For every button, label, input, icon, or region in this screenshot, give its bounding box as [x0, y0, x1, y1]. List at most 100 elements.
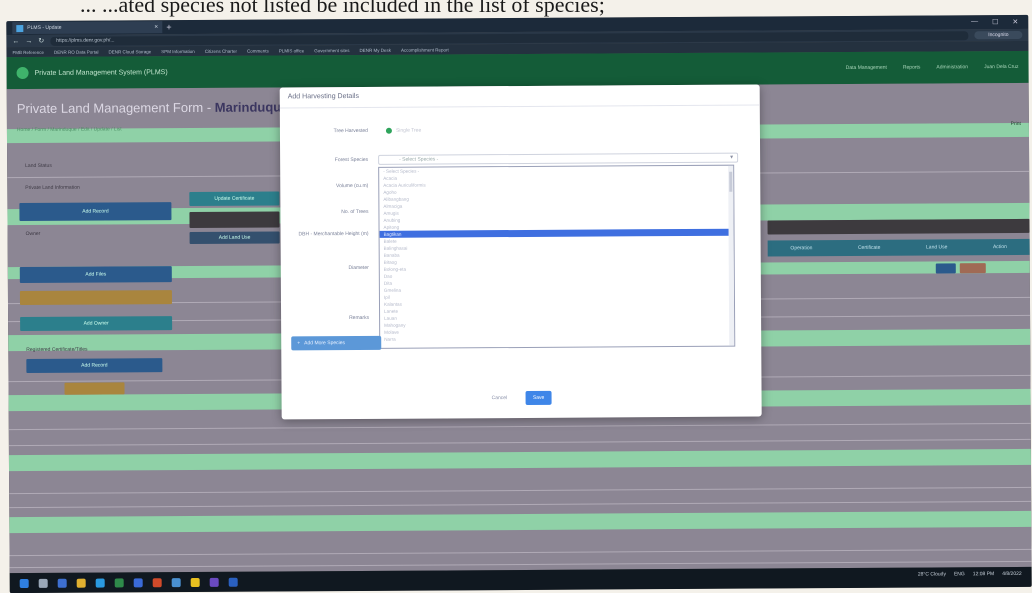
delete-icon[interactable]	[959, 263, 986, 274]
remarks-label: Remarks	[349, 314, 370, 322]
save-button[interactable]: Save	[525, 390, 552, 405]
dropdown-scroll-thumb[interactable]	[729, 171, 733, 192]
table-header: Operation Certificate Land Use Action	[767, 238, 1030, 257]
add-harvesting-modal: Add Harvesting Details Tree Harvested Si…	[279, 84, 762, 420]
add-record-button-2[interactable]: Add Record	[26, 358, 163, 374]
plus-icon: +	[297, 340, 301, 347]
word-icon[interactable]	[133, 577, 143, 587]
add-record-button[interactable]: Add Record	[19, 202, 172, 222]
tree-type-label: Tree Harvested	[333, 127, 368, 135]
divider	[9, 486, 1032, 495]
teams-icon[interactable]	[209, 577, 219, 587]
divider	[9, 548, 1032, 557]
favicon-icon	[16, 24, 24, 32]
dark-bar	[189, 211, 280, 229]
add-land-use-button[interactable]: Add Land Use	[189, 231, 280, 245]
nav-item[interactable]: Administration	[936, 64, 968, 70]
chrome-icon[interactable]	[190, 577, 200, 587]
bookmark[interactable]: DENR RO Data Portal	[54, 49, 99, 54]
land-status-label: Land Status	[25, 162, 52, 170]
reload-icon[interactable]: ↻	[38, 37, 44, 45]
browser-tab[interactable]: PLMS - Update ✕	[12, 21, 163, 35]
user-nav: Data Management Reports Administration J…	[846, 64, 1019, 71]
col-header[interactable]: Land Use	[926, 244, 947, 250]
page-title: Private Land Management Form - Marinduqu…	[17, 99, 289, 116]
weather-text[interactable]: 28°C Cloudy	[918, 571, 946, 577]
language-text[interactable]: ENG	[954, 571, 965, 577]
dropdown-scrollbar[interactable]	[728, 165, 735, 346]
bookmark[interactable]: Accomplishment Report	[401, 47, 449, 52]
clock-date[interactable]: 4/8/2022	[1002, 571, 1022, 577]
radio-single-tree-label: Single Tree	[395, 127, 422, 134]
window-controls: — ☐ ✕	[971, 18, 1028, 26]
back-icon[interactable]: ←	[12, 38, 19, 45]
file-explorer-icon[interactable]	[76, 578, 86, 588]
col-header[interactable]: Action	[993, 244, 1007, 250]
edit-icon[interactable]	[935, 263, 956, 274]
excel-icon[interactable]	[114, 577, 124, 587]
species-select[interactable]: - Select Species - ▾	[378, 152, 739, 165]
system-tray: 28°C Cloudy ENG 12:08 PM 4/8/2022	[918, 571, 1022, 578]
species-option[interactable]: Narra	[380, 334, 734, 343]
divider	[9, 500, 1032, 509]
add-files-button[interactable]: Add Files	[19, 266, 172, 284]
app-logo-icon	[16, 66, 29, 80]
bookmark[interactable]: DENR My Desk	[359, 47, 391, 52]
volume-label: Volume (cu.m)	[336, 182, 369, 190]
close-tab-icon[interactable]: ✕	[154, 24, 158, 30]
bookmark[interactable]: PLMIS office	[279, 48, 304, 53]
edge-icon[interactable]	[95, 578, 105, 588]
update-certificate-button[interactable]: Update Certificate	[189, 191, 280, 207]
app-icon[interactable]	[228, 577, 238, 587]
nav-item[interactable]: Reports	[903, 65, 921, 71]
windows-start-icon[interactable]	[19, 578, 29, 588]
bookmark[interactable]: Citizens Charter	[205, 48, 237, 53]
outlook-icon[interactable]	[171, 577, 181, 587]
bookmark[interactable]: Comments	[247, 48, 269, 53]
divider	[8, 438, 1031, 447]
maximize-icon[interactable]: ☐	[992, 18, 998, 26]
cancel-button[interactable]: Cancel	[492, 395, 508, 401]
bookmark[interactable]: DENR Cloud Storage	[108, 49, 151, 54]
tab-title: PLMS - Update	[27, 24, 62, 31]
diameter-label: Diameter	[348, 264, 369, 272]
dark-bar	[767, 218, 1030, 235]
page-title-prefix: Private Land Management Form -	[16, 99, 215, 117]
minimize-icon[interactable]: —	[971, 18, 978, 26]
task-view-icon[interactable]	[57, 578, 67, 588]
breadcrumb[interactable]: Home / Form / Marinduque / Edit / Update…	[17, 126, 122, 133]
bookmark[interactable]: Government sites	[314, 48, 349, 53]
print-button[interactable]: Print	[1011, 121, 1021, 127]
screen: PLMS - Update ✕ + — ☐ ✕ ← → ↻ https://pl…	[6, 14, 1032, 593]
private-land-info-label: Private Land Information	[25, 184, 80, 192]
col-header[interactable]: Certificate	[858, 245, 881, 251]
search-icon[interactable]	[38, 578, 48, 588]
species-dropdown-list[interactable]: - Select Species - Acacia Acacia Auriculif…	[378, 164, 736, 349]
add-owner-button[interactable]: Add Owner	[20, 316, 173, 332]
trees-label: No. of Trees	[341, 208, 369, 216]
nav-item[interactable]: Data Management	[846, 65, 887, 71]
add-more-label: Add More Species	[304, 340, 346, 347]
owner-label: Owner	[25, 230, 41, 238]
add-more-species-button[interactable]: + Add More Species	[291, 335, 382, 351]
radio-single-tree[interactable]	[385, 127, 392, 134]
profile-button[interactable]: Incognito	[974, 30, 1023, 40]
nav-item[interactable]: Juan Dela Cruz	[984, 64, 1019, 70]
clock-time[interactable]: 12:08 PM	[973, 571, 994, 577]
app-title: Private Land Management System (PLMS)	[34, 68, 168, 77]
modal-divider	[279, 104, 760, 109]
close-window-icon[interactable]: ✕	[1012, 18, 1018, 26]
species-label: Forest Species	[334, 156, 369, 164]
gold-bar	[19, 290, 172, 306]
bookmark[interactable]: FMB Reference	[12, 49, 44, 54]
gold-bar	[64, 382, 125, 395]
divider	[8, 422, 1031, 431]
forward-icon[interactable]: →	[25, 37, 32, 44]
registered-titles-label: Registered Certificate/Titles	[26, 346, 88, 354]
new-tab-icon[interactable]: +	[166, 22, 171, 32]
bookmark[interactable]: SPM Information	[161, 48, 195, 53]
col-header[interactable]: Operation	[790, 245, 812, 251]
powerpoint-icon[interactable]	[152, 577, 162, 587]
stripe	[9, 510, 1032, 534]
chevron-down-icon: ▾	[730, 154, 734, 161]
